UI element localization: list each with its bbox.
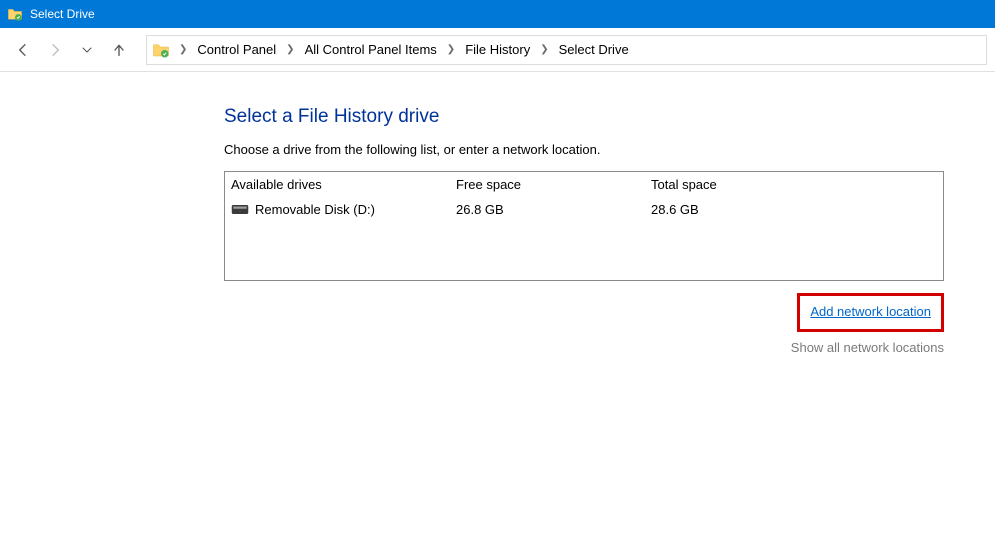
removable-drive-icon [231, 204, 249, 216]
drive-row[interactable]: Removable Disk (D:) 26.8 GB 28.6 GB [225, 197, 943, 222]
nav-up-button[interactable] [104, 35, 134, 65]
page-title: Select a File History drive [224, 106, 935, 128]
recent-locations-button[interactable] [72, 35, 102, 65]
crumb-file-history[interactable]: File History [461, 40, 534, 59]
title-bar: Select Drive [0, 0, 995, 28]
drive-list: Available drives Free space Total space … [224, 171, 944, 281]
chevron-right-icon[interactable]: ❯ [280, 44, 300, 55]
nav-bar: ❯ Control Panel ❯ All Control Panel Item… [0, 28, 995, 72]
drive-name: Removable Disk (D:) [255, 202, 375, 217]
nav-back-button[interactable] [8, 35, 38, 65]
crumb-all-items[interactable]: All Control Panel Items [301, 40, 441, 59]
control-panel-icon [151, 40, 171, 60]
folder-icon [6, 5, 24, 23]
crumb-select-drive[interactable]: Select Drive [555, 40, 633, 59]
col-header-drives[interactable]: Available drives [231, 177, 456, 192]
window-title: Select Drive [30, 7, 95, 21]
page-subtext: Choose a drive from the following list, … [224, 142, 935, 157]
drive-list-header: Available drives Free space Total space [225, 172, 943, 197]
drive-free-space: 26.8 GB [456, 202, 651, 217]
col-header-free[interactable]: Free space [456, 177, 651, 192]
chevron-right-icon[interactable]: ❯ [441, 44, 461, 55]
chevron-right-icon[interactable]: ❯ [173, 44, 193, 55]
add-network-location-link[interactable]: Add network location [810, 304, 931, 319]
col-header-total[interactable]: Total space [651, 177, 831, 192]
add-network-location-highlight: Add network location [797, 293, 944, 332]
links-panel: Add network location Show all network lo… [224, 293, 944, 360]
crumb-control-panel[interactable]: Control Panel [193, 40, 280, 59]
content-area: Select a File History drive Choose a dri… [0, 72, 995, 360]
nav-forward-button[interactable] [40, 35, 70, 65]
drive-total-space: 28.6 GB [651, 202, 831, 217]
breadcrumb[interactable]: ❯ Control Panel ❯ All Control Panel Item… [146, 35, 987, 65]
show-all-network-locations-link[interactable]: Show all network locations [224, 336, 944, 361]
chevron-right-icon[interactable]: ❯ [534, 44, 554, 55]
